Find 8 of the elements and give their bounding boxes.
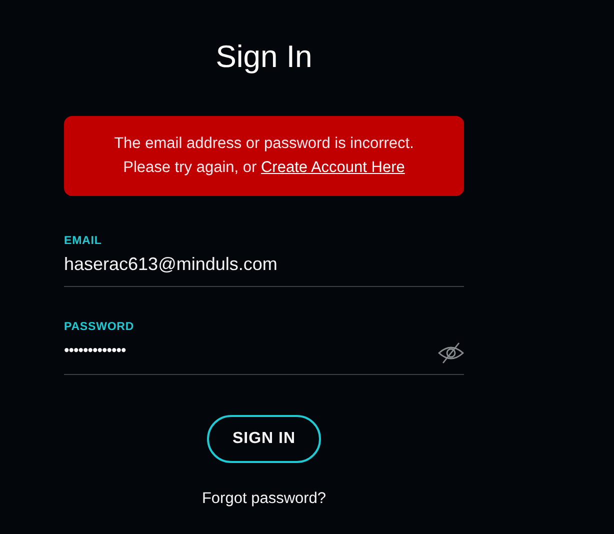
forgot-password-link[interactable]: Forgot password?: [202, 490, 326, 508]
page-title: Sign In: [216, 38, 312, 76]
sign-in-button[interactable]: SIGN IN: [207, 415, 321, 463]
error-message: The email address or password is incorrect. Please try again, or Create Account Here: [114, 134, 414, 178]
password-field[interactable]: PASSWORD •••••••••••••: [64, 320, 464, 375]
email-field[interactable]: EMAIL haserac613@minduls.com: [64, 234, 464, 287]
eye-slash-icon[interactable]: [438, 342, 464, 364]
create-account-link[interactable]: Create Account Here: [260, 159, 405, 176]
